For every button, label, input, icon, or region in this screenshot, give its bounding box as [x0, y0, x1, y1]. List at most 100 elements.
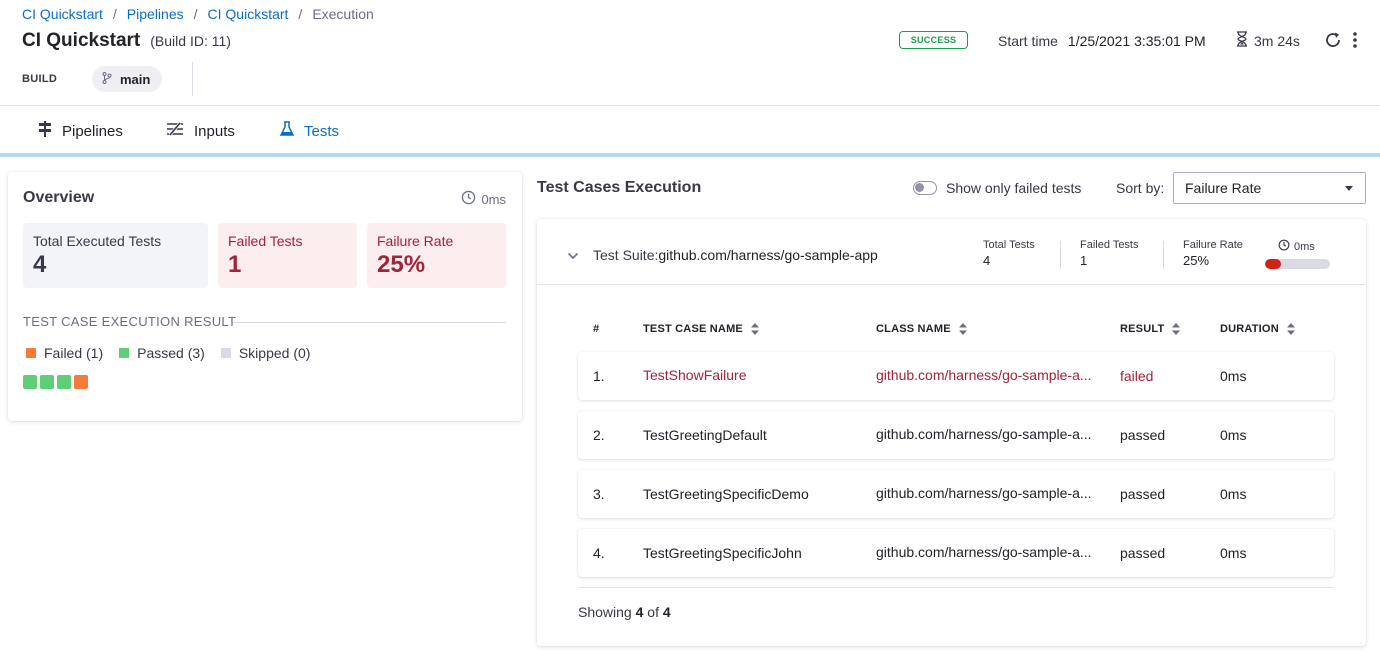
branch-chip: main	[92, 66, 162, 92]
header-divider	[192, 62, 193, 96]
test-case-name: TestGreetingSpecificDemo	[643, 486, 809, 502]
pipeline-icon	[38, 121, 52, 141]
column-header-label: #	[593, 323, 600, 335]
execution-header: CI Quickstart / Pipelines / CI Quickstar…	[0, 0, 1380, 106]
failed-only-label: Show only failed tests	[946, 180, 1082, 196]
test-case-name: TestGreetingSpecificJohn	[643, 545, 802, 561]
failure-rate-bar	[1265, 259, 1330, 269]
class-name: github.com/harness/go-sample-a...	[876, 426, 1092, 442]
column-header-number: #	[593, 323, 599, 335]
start-time-label: Start time	[998, 33, 1058, 49]
legend-label: Failed (1)	[44, 345, 104, 361]
chevron-down-icon[interactable]	[567, 248, 579, 260]
row-number: 3.	[593, 486, 605, 502]
legend-failed: Failed (1)	[26, 345, 103, 361]
result-square-failed[interactable]	[74, 375, 88, 389]
overview-time-value: 0ms	[481, 191, 506, 207]
suite-stat-divider	[1060, 241, 1061, 269]
class-name: github.com/harness/go-sample-a...	[876, 485, 1092, 501]
stat-value: 1	[228, 251, 242, 278]
result-square-passed[interactable]	[57, 375, 71, 389]
showing-prefix: Showing	[578, 604, 632, 620]
tab-tests[interactable]: Tests	[264, 106, 355, 156]
duration-value: 0ms	[1220, 486, 1247, 502]
suite-time: 0ms	[1278, 239, 1315, 254]
duration: 3m 24s	[1236, 31, 1300, 50]
row-number: 1.	[593, 368, 605, 384]
column-header-duration[interactable]: DURATION	[1220, 323, 1295, 335]
duration-value: 0ms	[1220, 368, 1247, 384]
sort-icon[interactable]	[1172, 323, 1181, 335]
tab-label: Pipelines	[62, 122, 123, 140]
result-divider	[234, 322, 506, 323]
failed-only-toggle[interactable]	[913, 181, 937, 195]
sort-icon[interactable]	[1286, 323, 1295, 335]
duration-value: 3m 24s	[1254, 32, 1300, 49]
legend-skipped: Skipped (0)	[220, 345, 311, 361]
result-heading: TEST CASE EXECUTION RESULT	[23, 314, 237, 329]
breadcrumb-current: Execution	[312, 6, 374, 22]
table-row[interactable]: 4. TestGreetingSpecificJohn github.com/h…	[578, 529, 1334, 577]
sort-icon[interactable]	[958, 323, 967, 335]
start-time: Start time 1/25/2021 3:35:01 PM	[998, 33, 1206, 49]
failure-rate-bar-fill	[1265, 259, 1282, 269]
column-header-label: RESULT	[1120, 323, 1165, 335]
sort-icon[interactable]	[750, 323, 759, 335]
result-value: passed	[1120, 545, 1166, 561]
suite-stat-value: 1	[1080, 253, 1088, 268]
legend-label: Skipped (0)	[238, 345, 311, 361]
failed-tests-stat: Failed Tests 1	[218, 223, 357, 288]
suite-stat-label: Failed Tests	[1080, 239, 1139, 251]
duration-value: 0ms	[1220, 427, 1247, 443]
legend-swatch	[26, 348, 36, 358]
showing-of: of	[647, 604, 659, 620]
more-options-icon[interactable]	[1351, 30, 1359, 50]
showing-count: 4	[635, 604, 644, 620]
table-row[interactable]: 3. TestGreetingSpecificDemo github.com/h…	[578, 470, 1334, 518]
tab-label: Inputs	[194, 122, 235, 140]
suite-stat-label: Total Tests	[983, 239, 1035, 251]
column-header-class-name[interactable]: CLASS NAME	[876, 323, 967, 335]
result-square-passed[interactable]	[23, 375, 37, 389]
result-square-passed[interactable]	[40, 375, 54, 389]
legend-passed: Passed (3)	[119, 345, 205, 361]
tab-inputs[interactable]: Inputs	[150, 106, 251, 156]
column-header-label: DURATION	[1220, 323, 1279, 335]
table-row[interactable]: 1. TestShowFailure github.com/harness/go…	[578, 352, 1334, 400]
row-number: 2.	[593, 427, 605, 443]
class-name: github.com/harness/go-sample-a...	[876, 367, 1092, 383]
breadcrumb-link-project[interactable]: CI Quickstart	[22, 6, 103, 22]
breadcrumb-link-pipelines[interactable]: Pipelines	[127, 6, 184, 22]
breadcrumb-separator: /	[298, 6, 303, 22]
toggle-knob	[915, 183, 924, 192]
column-header-result[interactable]: RESULT	[1120, 323, 1181, 335]
result-squares	[23, 375, 88, 389]
tab-pipelines[interactable]: Pipelines	[22, 106, 139, 156]
test-suite-header[interactable]: Test Suite:github.com/harness/go-sample-…	[537, 219, 1366, 285]
sort-select[interactable]: Failure Rate	[1173, 172, 1366, 204]
status-badge: SUCCESS	[899, 31, 968, 49]
suite-stat-value: 4	[983, 253, 991, 268]
suite-path: github.com/harness/go-sample-app	[658, 247, 878, 263]
stat-label: Total Executed Tests	[33, 233, 162, 249]
legend-swatch	[119, 348, 130, 358]
suite-failed-tests: Failed Tests 1	[1080, 239, 1139, 268]
table-row[interactable]: 2. TestGreetingDefault github.com/harnes…	[578, 411, 1334, 459]
legend-swatch	[220, 348, 231, 358]
stat-label: Failure Rate	[377, 233, 454, 249]
pagination-summary: Showing 4 of 4	[578, 604, 671, 620]
overview-title: Overview	[23, 189, 95, 206]
caret-down-icon	[1345, 186, 1353, 191]
column-header-test-case-name[interactable]: TEST CASE NAME	[643, 323, 759, 335]
breadcrumb-link-pipeline[interactable]: CI Quickstart	[208, 6, 289, 22]
refresh-icon[interactable]	[1323, 30, 1343, 50]
showing-total: 4	[662, 604, 671, 620]
class-name: github.com/harness/go-sample-a...	[876, 544, 1092, 560]
suite-total-tests: Total Tests 4	[983, 239, 1035, 268]
column-header-label: CLASS NAME	[876, 323, 951, 335]
sort-label: Sort by:	[1116, 180, 1165, 196]
branch-name: main	[120, 71, 151, 87]
test-suite-name: Test Suite:github.com/harness/go-sample-…	[593, 247, 878, 263]
build-label: BUILD	[22, 73, 58, 85]
suite-failure-rate: Failure Rate 25%	[1183, 239, 1243, 268]
